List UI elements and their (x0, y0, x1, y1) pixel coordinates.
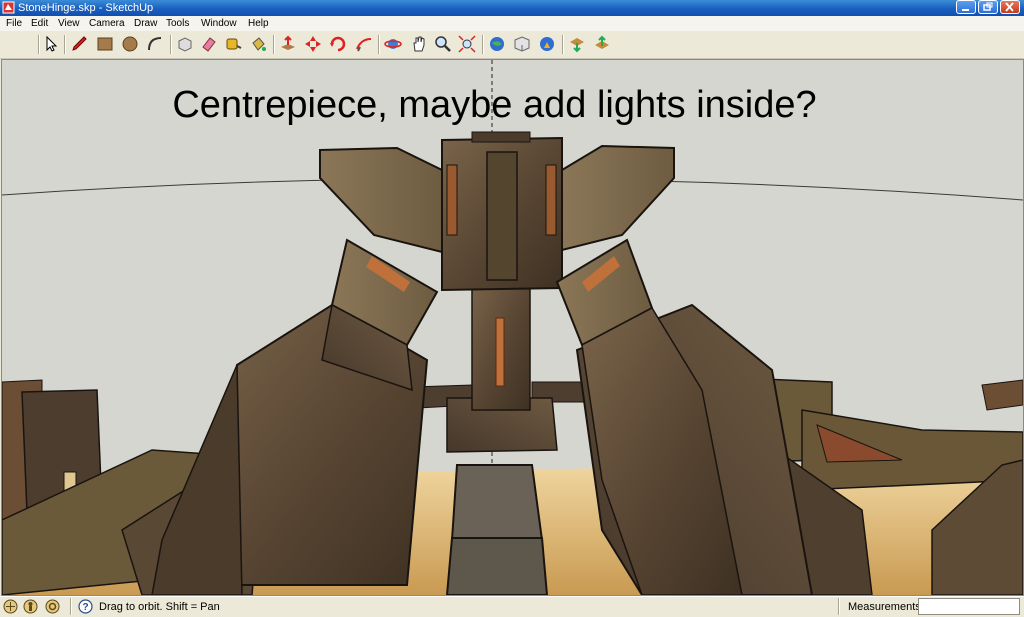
status-separator (838, 598, 840, 615)
toolbar (0, 31, 1024, 59)
menu-bar: File Edit View Camera Draw Tools Window … (0, 16, 1024, 31)
paint-bucket-icon[interactable] (249, 35, 267, 53)
status-bar: ? Drag to orbit. Shift = Pan Measurement… (0, 596, 1024, 617)
follow-me-icon[interactable] (355, 35, 373, 53)
make-component-icon[interactable] (176, 35, 194, 53)
menu-file[interactable]: File (6, 17, 22, 30)
measurements-input[interactable] (918, 598, 1020, 615)
close-icon (1005, 2, 1014, 12)
menu-help[interactable]: Help (248, 17, 269, 30)
centrepiece-top-cap (471, 131, 531, 143)
viewport-caption: Centrepiece, maybe add lights inside? (172, 84, 817, 126)
share-component-icon[interactable] (593, 35, 611, 53)
restore-button[interactable] (978, 0, 998, 14)
get-component-icon[interactable] (568, 35, 586, 53)
toolbar-separator (482, 35, 484, 54)
select-tool-icon[interactable] (42, 35, 60, 53)
share-model-icon[interactable] (513, 35, 531, 53)
centre-base-slab (445, 537, 549, 595)
menu-edit[interactable]: Edit (31, 17, 48, 30)
close-button[interactable] (1000, 0, 1020, 14)
toolbar-separator (562, 35, 564, 54)
menu-camera[interactable]: Camera (89, 17, 125, 30)
measurements-label: Measurements (848, 601, 921, 613)
rectangle-tool-icon[interactable] (96, 35, 114, 53)
tape-measure-icon[interactable] (224, 35, 242, 53)
geo-location-icon[interactable] (3, 599, 18, 614)
centrepiece-light-slot (446, 164, 458, 236)
menu-window[interactable]: Window (201, 17, 237, 30)
circle-tool-icon[interactable] (121, 35, 139, 53)
move-tool-icon[interactable] (304, 35, 322, 53)
eraser-tool-icon[interactable] (200, 35, 218, 53)
pencil-tool-icon[interactable] (70, 35, 88, 53)
menu-tools[interactable]: Tools (166, 17, 189, 30)
rotate-tool-icon[interactable] (329, 35, 347, 53)
arc-tool-icon[interactable] (146, 35, 164, 53)
push-pull-icon[interactable] (279, 35, 297, 53)
google-earth-icon[interactable] (538, 35, 556, 53)
window-title: StoneHinge.skp - SketchUp (18, 2, 154, 14)
svg-text:?: ? (82, 602, 88, 613)
restore-icon (983, 2, 993, 11)
get-models-icon[interactable] (488, 35, 506, 53)
model-scene (2, 60, 1023, 595)
menu-view[interactable]: View (58, 17, 80, 30)
sign-in-icon[interactable] (45, 599, 60, 614)
zoom-extents-icon[interactable] (458, 35, 476, 53)
right-background-block (981, 379, 1023, 411)
centrepiece-inner-panel (486, 151, 518, 281)
minimize-button[interactable] (956, 0, 976, 14)
toolbar-separator (170, 35, 172, 54)
column-light-strip (495, 317, 505, 387)
minimize-icon (962, 9, 969, 11)
toolbar-separator (38, 35, 40, 54)
pan-tool-icon[interactable] (410, 35, 428, 53)
toolbar-separator (273, 35, 275, 54)
sketchup-app-icon (2, 1, 15, 14)
toolbar-separator (378, 35, 380, 54)
help-icon[interactable]: ? (78, 599, 93, 614)
menu-draw[interactable]: Draw (134, 17, 157, 30)
title-bar: StoneHinge.skp - SketchUp (0, 0, 1024, 16)
credits-icon[interactable] (23, 599, 38, 614)
zoom-tool-icon[interactable] (434, 35, 452, 53)
orbit-tool-icon[interactable] (384, 35, 402, 53)
toolbar-separator (64, 35, 66, 54)
status-separator (70, 598, 72, 615)
centre-base-slab (450, 464, 544, 541)
centrepiece-light-slot (545, 164, 557, 236)
model-viewport[interactable]: Centrepiece, maybe add lights inside? (1, 59, 1024, 596)
status-hint: Drag to orbit. Shift = Pan (99, 601, 220, 613)
